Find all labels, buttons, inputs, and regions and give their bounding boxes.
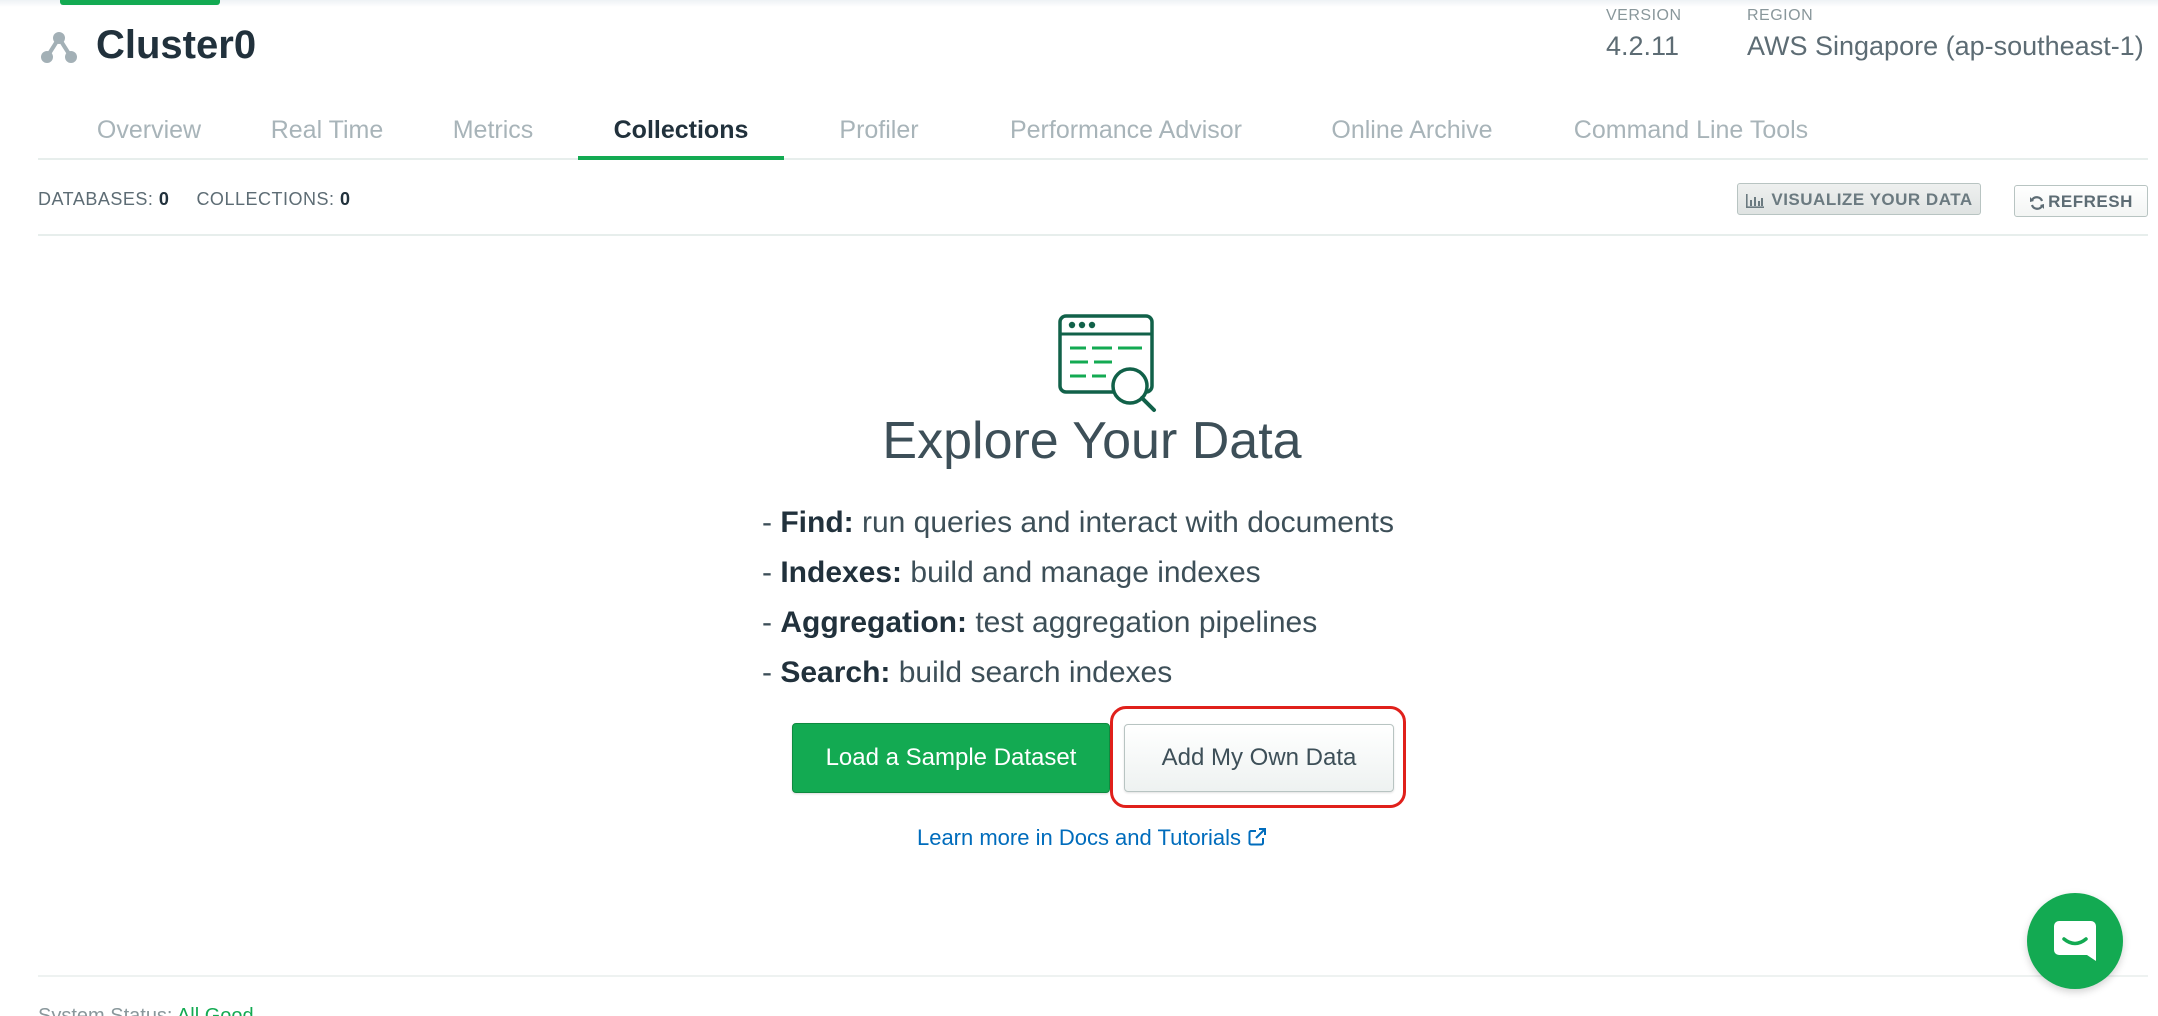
feature-find: - Find: run queries and interact with do… xyxy=(762,506,1394,539)
system-status-label: System Status: xyxy=(38,1005,173,1016)
tab-performance-advisor[interactable]: Performance Advisor xyxy=(974,108,1278,158)
feature-aggregation: - Aggregation: test aggregation pipeline… xyxy=(762,606,1318,639)
footer-divider xyxy=(38,975,2148,977)
page: Cluster0 VERSION 4.2.11 REGION AWS Singa… xyxy=(0,0,2158,1016)
version-block: VERSION 4.2.11 xyxy=(1606,6,1682,64)
cluster-icon xyxy=(41,32,77,63)
version-label: VERSION xyxy=(1606,7,1682,24)
top-active-indicator xyxy=(60,0,220,5)
bar-chart-icon xyxy=(1746,193,1765,208)
collections-label: COLLECTIONS: xyxy=(196,189,335,209)
system-status-link[interactable]: All Good xyxy=(177,1005,254,1016)
add-my-own-data-button[interactable]: Add My Own Data xyxy=(1124,724,1394,792)
data-explorer-icon xyxy=(1058,314,1156,412)
databases-label: DATABASES: xyxy=(38,189,154,209)
feature-name: Find: xyxy=(780,506,854,539)
system-status: System Status: All Good xyxy=(38,1005,254,1016)
visualize-data-button[interactable]: VISUALIZE YOUR DATA xyxy=(1737,183,1981,215)
tab-profiler[interactable]: Profiler xyxy=(814,108,944,158)
feature-desc: build search indexes xyxy=(898,656,1173,689)
tab-metrics[interactable]: Metrics xyxy=(438,108,548,158)
visualize-data-label: VISUALIZE YOUR DATA xyxy=(1771,190,1973,209)
feature-indexes: - Indexes: build and manage indexes xyxy=(762,556,1261,589)
feature-name: Search: xyxy=(780,656,891,689)
collections-count: 0 xyxy=(339,189,351,209)
feature-desc: test aggregation pipelines xyxy=(975,606,1318,639)
feature-name: Aggregation: xyxy=(780,606,967,639)
chat-button[interactable] xyxy=(2027,893,2123,989)
external-link-icon xyxy=(1248,828,1267,846)
feature-search: - Search: build search indexes xyxy=(762,656,1173,689)
chat-icon xyxy=(2054,921,2096,961)
learn-more-link[interactable]: Learn more in Docs and Tutorials xyxy=(0,825,2158,851)
tab-collections[interactable]: Collections xyxy=(578,108,784,160)
tab-online-archive[interactable]: Online Archive xyxy=(1304,108,1520,158)
refresh-button[interactable]: REFRESH xyxy=(2014,185,2148,217)
load-sample-dataset-button[interactable]: Load a Sample Dataset xyxy=(792,723,1110,793)
feature-name: Indexes: xyxy=(780,556,903,589)
refresh-icon xyxy=(2030,195,2045,210)
learn-more-label: Learn more in Docs and Tutorials xyxy=(916,825,1242,850)
refresh-label: REFRESH xyxy=(2048,192,2133,211)
version-value: 4.2.11 xyxy=(1606,31,1680,61)
database-counts: DATABASES: 0 COLLECTIONS: 0 xyxy=(38,189,351,210)
tab-overview[interactable]: Overview xyxy=(78,108,220,158)
divider xyxy=(38,234,2148,236)
cluster-name: Cluster0 xyxy=(96,23,257,67)
explore-title: Explore Your Data xyxy=(882,412,1302,470)
region-block: REGION AWS Singapore (ap-southeast-1) xyxy=(1747,6,2144,64)
tab-command-line-tools[interactable]: Command Line Tools xyxy=(1546,108,1836,158)
region-label: REGION xyxy=(1747,7,1814,24)
region-value: AWS Singapore (ap-southeast-1) xyxy=(1747,31,2144,61)
feature-desc: build and manage indexes xyxy=(910,556,1261,589)
databases-count: 0 xyxy=(158,189,170,209)
feature-list: - Find: run queries and interact with do… xyxy=(762,498,1394,698)
tab-real-time[interactable]: Real Time xyxy=(252,108,402,158)
feature-desc: run queries and interact with documents xyxy=(861,506,1394,539)
cluster-tabs: Overview Real Time Metrics Collections P… xyxy=(38,108,2148,160)
